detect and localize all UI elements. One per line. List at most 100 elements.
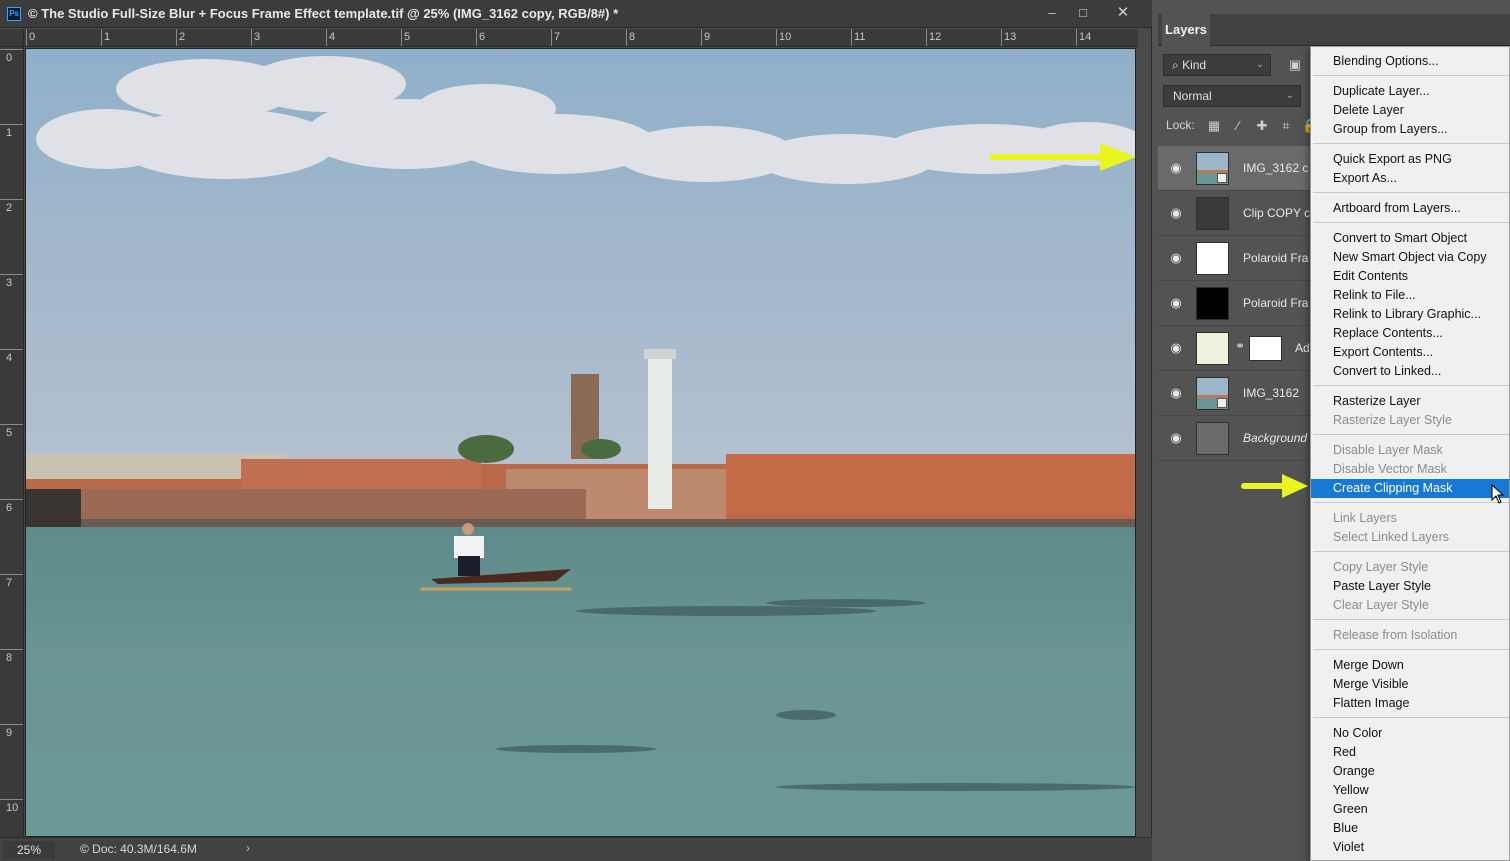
ruler-tick [776, 29, 777, 46]
menu-item-yellow[interactable]: Yellow [1311, 781, 1509, 800]
ruler-tick [1076, 29, 1077, 46]
document-titlebar[interactable]: Ps © The Studio Full-Size Blur + Focus F… [0, 0, 1152, 28]
menu-item-merge-visible[interactable]: Merge Visible [1311, 675, 1509, 694]
menu-item-no-color[interactable]: No Color [1311, 724, 1509, 743]
visibility-eye-icon[interactable]: ◉ [1166, 250, 1186, 266]
ruler-tick [101, 29, 102, 46]
menu-item-create-clipping-mask[interactable]: Create Clipping Mask [1311, 479, 1509, 498]
menu-item-quick-export-as-png[interactable]: Quick Export as PNG [1311, 150, 1509, 169]
blend-mode-select[interactable]: Normal ⌄ [1163, 85, 1301, 107]
menu-item-convert-to-linked[interactable]: Convert to Linked... [1311, 362, 1509, 381]
menu-separator [1313, 192, 1509, 193]
ruler-tick [851, 29, 852, 46]
menu-item-edit-contents[interactable]: Edit Contents [1311, 267, 1509, 286]
menu-item-disable-vector-mask: Disable Vector Mask [1333, 462, 1447, 476]
ruler-label: 4 [6, 352, 13, 364]
menu-item-replace-contents[interactable]: Replace Contents... [1311, 324, 1509, 343]
lock-move-icon[interactable]: ✚ [1254, 118, 1270, 134]
lock-artboard-icon[interactable]: ⌗ [1278, 118, 1294, 134]
layer-row[interactable]: ◉ Clip COPY c [1158, 191, 1310, 236]
layer-name: Ad [1295, 341, 1310, 355]
layers-panel: ⌕ Kind ⌄ ▣ Normal ⌄ Lock: ▦ ∕ ✚ ⌗ 🔒 ◉ IMG… [1158, 46, 1318, 861]
menu-item-blending-options[interactable]: Blending Options... [1311, 52, 1509, 71]
ruler-label: 0 [6, 52, 13, 64]
menu-item-merge-down[interactable]: Merge Down [1311, 656, 1509, 675]
maximize-icon[interactable]: □ [1068, 3, 1098, 23]
ps-app-icon: Ps [7, 7, 21, 21]
menu-item-rasterize-layer[interactable]: Rasterize Layer [1311, 392, 1509, 411]
image-filter-icon[interactable]: ▣ [1286, 56, 1304, 74]
menu-item-convert-to-smart-object[interactable]: Convert to Smart Object [1311, 229, 1509, 248]
tab-layers[interactable]: Layers [1162, 14, 1210, 46]
menu-item-flatten-image[interactable]: Flatten Image [1311, 694, 1509, 713]
menu-separator [1313, 434, 1509, 435]
menu-item-blue[interactable]: Blue [1311, 819, 1509, 838]
image-canvas[interactable] [25, 48, 1136, 837]
menu-separator [1313, 551, 1509, 552]
panel-tab-bar: Layers [1158, 14, 1510, 46]
layer-row[interactable]: ◉ IMG_3162 c [1158, 146, 1310, 191]
layer-mask-thumbnail[interactable] [1249, 336, 1282, 361]
menu-item-paste-layer-style[interactable]: Paste Layer Style [1311, 577, 1509, 596]
ruler-tick [326, 29, 327, 46]
menu-separator [1313, 619, 1509, 620]
ruler-label: 9 [6, 727, 13, 739]
menu-item-relink-to-library-graphic[interactable]: Relink to Library Graphic... [1311, 305, 1509, 324]
menu-item-duplicate-layer[interactable]: Duplicate Layer... [1311, 82, 1509, 101]
ruler-label: 0 [29, 31, 36, 43]
ruler-label: 10 [779, 31, 792, 43]
layer-row[interactable]: ◉ Background [1158, 416, 1310, 461]
menu-item-relink-to-file[interactable]: Relink to File... [1311, 286, 1509, 305]
horizontal-ruler[interactable]: 0 1 2 3 4 5 6 7 8 9 10 11 12 13 14 [24, 29, 1138, 47]
visibility-eye-icon[interactable]: ◉ [1166, 430, 1186, 446]
menu-separator [1313, 649, 1509, 650]
menu-item-orange[interactable]: Orange [1311, 762, 1509, 781]
ruler-label: 6 [479, 31, 486, 43]
ruler-tick [626, 29, 627, 46]
ruler-tick [0, 724, 23, 725]
menu-item-export-contents[interactable]: Export Contents... [1311, 343, 1509, 362]
visibility-eye-icon[interactable]: ◉ [1166, 295, 1186, 311]
vertical-ruler[interactable]: 0 1 2 3 4 5 6 7 8 9 10 [0, 47, 24, 837]
layer-row[interactable]: ◉ ⚭ Ad [1158, 326, 1310, 371]
close-icon[interactable]: ✕ [1108, 3, 1138, 23]
lock-transparent-icon[interactable]: ▦ [1206, 118, 1222, 134]
layer-name: Clip COPY c [1243, 206, 1311, 220]
status-expand-icon[interactable]: › [246, 841, 250, 855]
minimize-icon[interactable]: – [1037, 3, 1067, 23]
menu-item-red[interactable]: Red [1311, 743, 1509, 762]
ruler-tick [176, 29, 177, 46]
menu-item-new-smart-object-via-copy[interactable]: New Smart Object via Copy [1311, 248, 1509, 267]
filter-kind-label: Kind [1182, 58, 1207, 72]
layer-name: Background [1243, 431, 1308, 445]
smart-object-icon [1217, 398, 1227, 408]
ruler-tick [476, 29, 477, 46]
layer-name: Polaroid Fra [1243, 251, 1309, 265]
filter-kind-select[interactable]: ⌕ Kind ⌄ [1163, 54, 1271, 76]
ruler-label: 7 [554, 31, 561, 43]
layer-row[interactable]: ◉ Polaroid Fra [1158, 281, 1310, 326]
blend-mode-label: Normal [1173, 89, 1212, 103]
document-window: Ps © The Studio Full-Size Blur + Focus F… [0, 0, 1152, 861]
visibility-eye-icon[interactable]: ◉ [1166, 340, 1186, 356]
mask-link-icon[interactable]: ⚭ [1235, 339, 1245, 353]
menu-item-delete-layer[interactable]: Delete Layer [1311, 101, 1509, 120]
visibility-eye-icon[interactable]: ◉ [1166, 205, 1186, 221]
ruler-origin[interactable] [0, 29, 24, 47]
menu-item-disable-layer-mask: Disable Layer Mask [1333, 443, 1443, 457]
visibility-eye-icon[interactable]: ◉ [1166, 160, 1186, 176]
zoom-input[interactable]: 25% [3, 841, 55, 859]
menu-item-violet[interactable]: Violet [1311, 838, 1509, 857]
layer-row[interactable]: ◉ Polaroid Fra [1158, 236, 1310, 281]
document-info[interactable]: © Doc: 40.3M/164.6M [80, 842, 197, 856]
menu-item-artboard-from-layers[interactable]: Artboard from Layers... [1311, 199, 1509, 218]
menu-item-export-as[interactable]: Export As... [1311, 169, 1509, 188]
menu-item-green[interactable]: Green [1311, 800, 1509, 819]
layer-row[interactable]: ◉ IMG_3162 [1158, 371, 1310, 416]
ruler-tick [251, 29, 252, 46]
menu-item-group-from-layers[interactable]: Group from Layers... [1311, 120, 1509, 139]
visibility-eye-icon[interactable]: ◉ [1166, 385, 1186, 401]
ruler-tick [401, 29, 402, 46]
lock-paint-icon[interactable]: ∕ [1230, 118, 1246, 134]
ruler-tick [0, 124, 23, 125]
